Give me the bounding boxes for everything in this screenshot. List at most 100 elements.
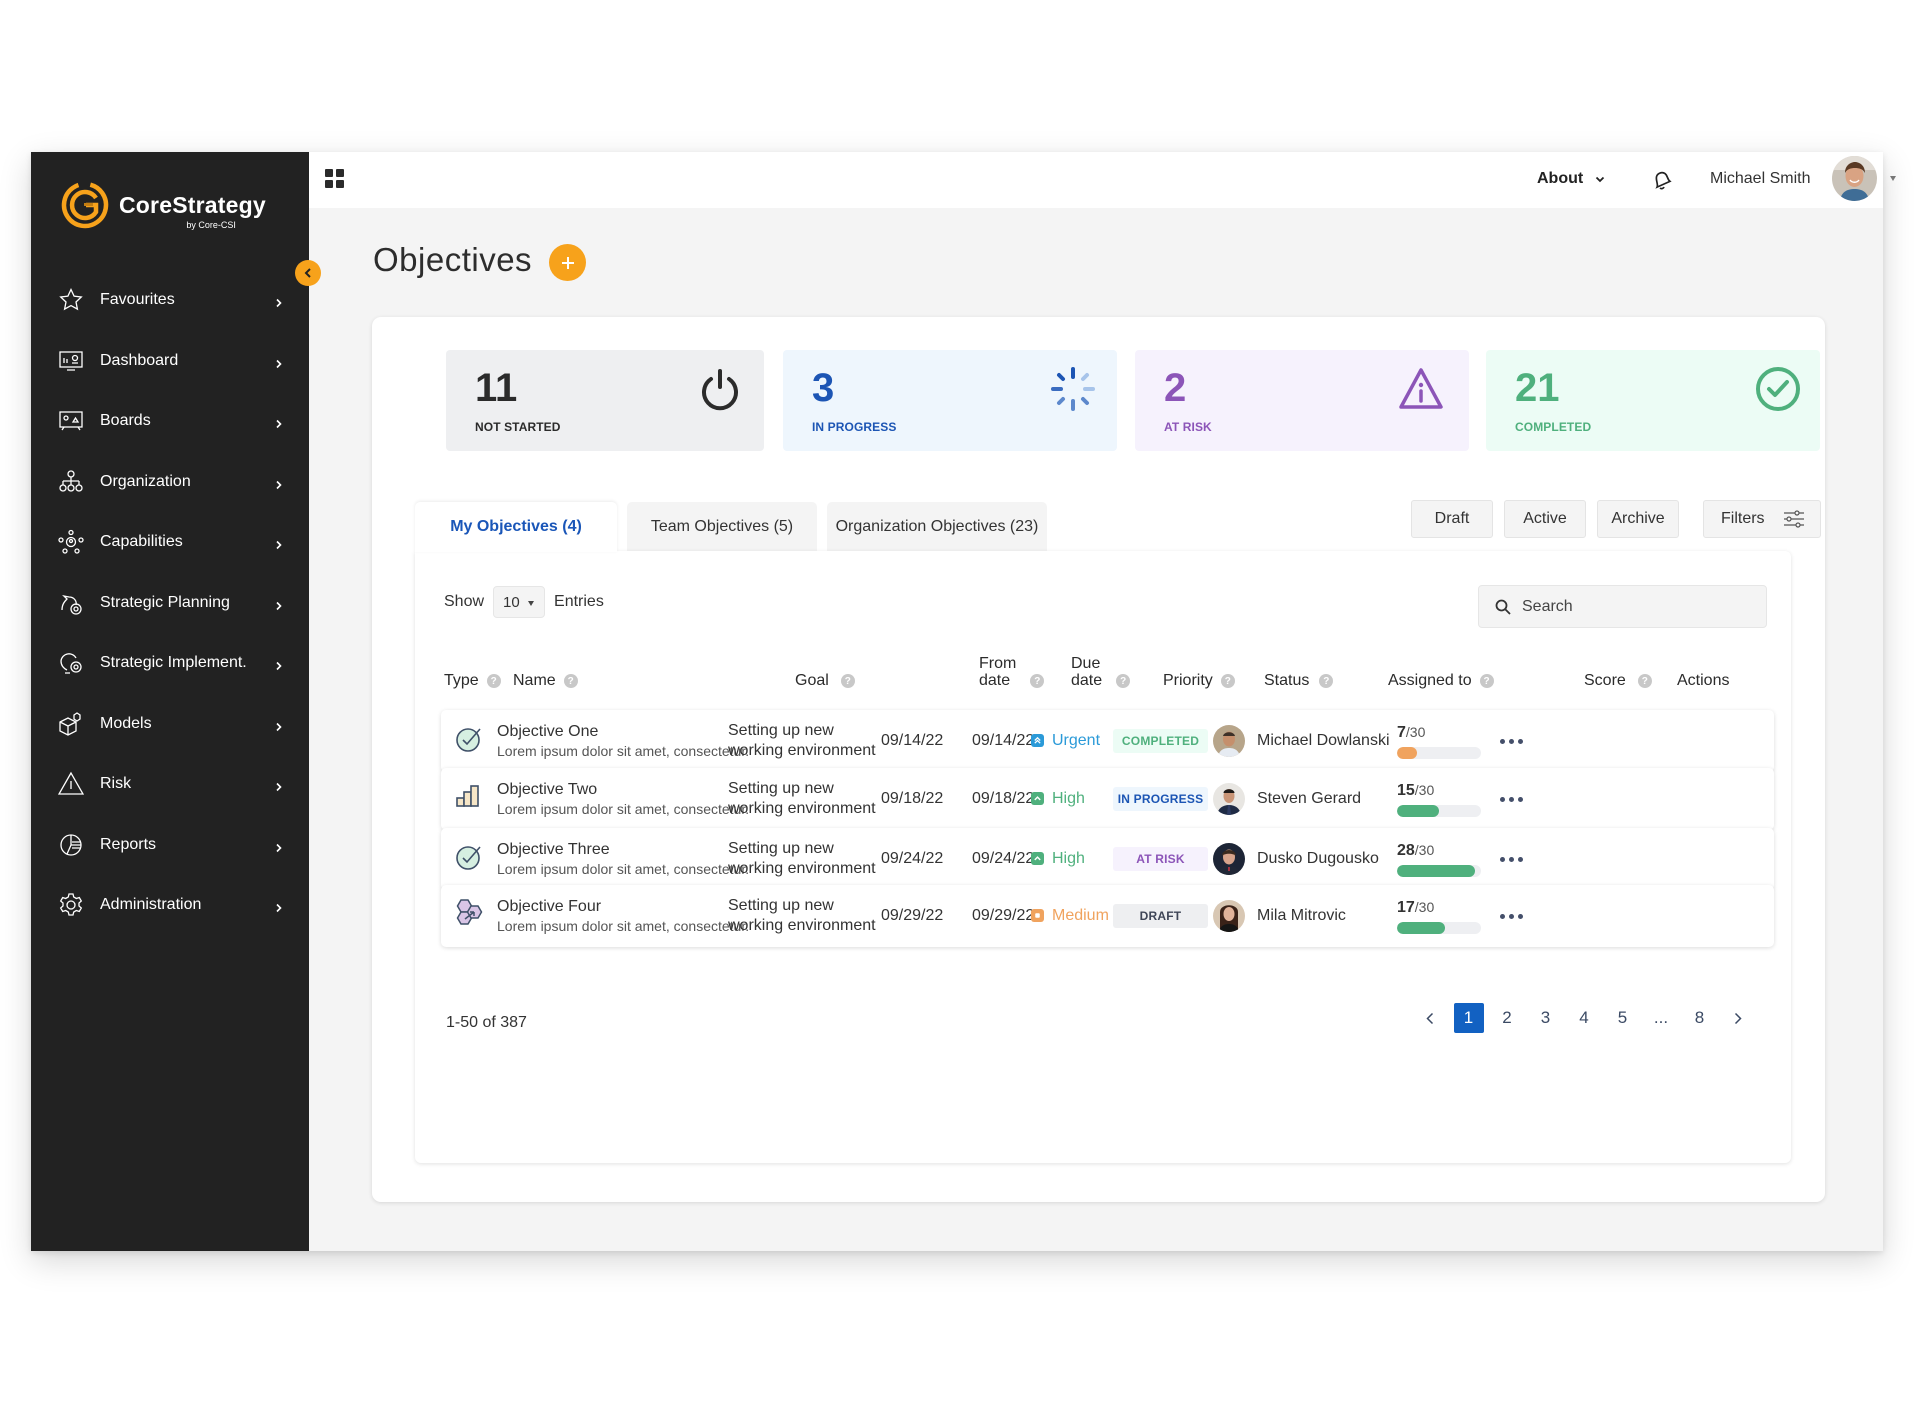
page-button[interactable]: 5 [1608,1003,1638,1033]
column-header-priority[interactable]: Priority? [1163,672,1235,689]
more-actions-icon[interactable] [1496,910,1527,923]
sidebar-item-dashboard[interactable]: Dashboard [31,331,309,392]
table-row[interactable]: Objective One Lorem ipsum dolor sit amet… [441,710,1774,772]
prev-page-button[interactable] [1415,1003,1445,1033]
pagination: 1 2 3 4 5... 8 [1415,1003,1762,1033]
assignee-avatar[interactable] [1213,900,1245,932]
goal-text: working environment [728,917,876,934]
page-button[interactable]: 1 [1453,1003,1484,1033]
add-objective-button[interactable] [549,244,586,281]
reports-icon [57,831,85,859]
column-header-score[interactable]: Score? [1584,672,1652,689]
brand-name: CoreStrategy [119,191,266,218]
table-row[interactable]: Objective Two Lorem ipsum dolor sit amet… [441,768,1774,830]
stat-label: COMPLETED [1515,420,1592,434]
column-header-from-date[interactable]: From date? [979,655,1045,689]
score-progress-fill [1397,865,1476,877]
column-header-goal[interactable]: Goal? [795,672,855,689]
help-icon[interactable]: ? [1220,674,1235,688]
archive-button[interactable]: Archive [1597,500,1679,538]
search-input[interactable] [1522,597,1752,616]
notification-bell-icon[interactable] [1650,168,1674,192]
chevron-right-icon [275,840,285,852]
sidebar-item-capabilities[interactable]: Capabilities [31,512,309,573]
goal-text: Setting up new [728,840,834,857]
page-button[interactable]: 2 [1492,1003,1522,1033]
tab-team-objectives[interactable]: Team Objectives (5) [627,502,817,552]
help-icon[interactable]: ? [1030,674,1045,688]
from-date: 09/24/22 [881,850,944,867]
pagination-range: 1-50 of 387 [446,1014,527,1031]
next-page-button[interactable] [1723,1003,1753,1033]
stat-card-completed[interactable]: 21 COMPLETED [1486,350,1820,451]
sidebar-item-strategic-planning[interactable]: Strategic Planning [31,573,309,634]
column-header-name[interactable]: Name? [513,672,578,689]
stat-card-at-risk[interactable]: 2 AT RISK [1135,350,1469,451]
sidebar-item-organization[interactable]: Organization [31,452,309,513]
sidebar-item-risk[interactable]: Risk [31,754,309,815]
table-row[interactable]: Objective Four Lorem ipsum dolor sit ame… [441,885,1774,947]
help-icon[interactable]: ? [1479,674,1494,688]
more-actions-icon[interactable] [1496,735,1527,748]
sidebar-item-strategic-implement[interactable]: Strategic Implement. [31,633,309,694]
page-button[interactable]: 3 [1531,1003,1561,1033]
active-button[interactable]: Active [1504,500,1586,538]
page-button[interactable]: 4 [1569,1003,1599,1033]
user-menu-caret-icon[interactable] [1890,176,1896,181]
help-icon[interactable]: ? [1319,674,1334,688]
help-icon[interactable]: ? [1637,674,1652,688]
tab-my-objectives[interactable]: My Objectives (4) [415,502,617,552]
sidebar-item-boards[interactable]: Boards [31,391,309,452]
help-icon[interactable]: ? [563,674,578,688]
sidebar-item-reports[interactable]: Reports [31,815,309,876]
tab-organization-objectives[interactable]: Organization Objectives (23) [827,502,1047,552]
stat-card-in-progress[interactable]: 3 IN PROGRESS [783,350,1117,451]
score-max: /30 [1405,724,1426,740]
assignee-avatar[interactable] [1213,783,1245,815]
table-row[interactable]: Objective Three Lorem ipsum dolor sit am… [441,828,1774,890]
entries-select[interactable]: 10 [493,586,546,618]
collapse-sidebar-button[interactable] [295,260,321,286]
objective-name[interactable]: Objective Two [497,780,597,800]
power-icon [702,369,738,411]
apps-grid-icon[interactable] [325,169,345,189]
column-header-type[interactable]: Type? [444,672,501,689]
help-icon[interactable]: ? [486,674,501,688]
column-header-due-date[interactable]: Due date? [1071,655,1131,689]
assignee-avatar[interactable] [1213,843,1245,875]
about-label: About [1537,170,1584,187]
status-badge: DRAFT [1113,904,1208,928]
status-cell: DRAFT [1113,885,1208,947]
top-bar: About Michael Smith [309,152,1896,208]
filters-button[interactable]: Filters [1703,500,1821,538]
stat-card-not-started[interactable]: 11 NOT STARTED [446,350,764,451]
user-name[interactable]: Michael Smith [1710,170,1810,188]
help-icon[interactable]: ? [840,674,855,688]
draft-button[interactable]: Draft [1411,500,1493,538]
about-menu[interactable]: About [1537,170,1605,188]
objective-description: Lorem ipsum dolor sit amet, consectetur. [497,917,750,934]
brand-logo[interactable]: CoreStrategy by Core-CSI [60,180,266,230]
more-actions-icon[interactable] [1496,793,1527,806]
sidebar-item-models[interactable]: Models [31,694,309,755]
search-box[interactable] [1478,585,1767,628]
objective-name[interactable]: Objective Four [497,897,601,917]
column-label: date [1071,672,1103,689]
goal-text: Setting up new [728,722,834,739]
score-cell: 17/30 [1397,885,1481,947]
sidebar-item-administration[interactable]: Administration [31,875,309,936]
column-header-assigned-to[interactable]: Assigned to? [1388,672,1494,689]
priority-label: High [1052,850,1085,867]
sidebar-item-favourites[interactable]: Favourites [31,270,309,331]
page-button[interactable]: 8 [1685,1003,1715,1033]
assignee-avatar[interactable] [1213,725,1245,757]
more-actions-icon[interactable] [1496,853,1527,866]
goal-cell: Setting up new working environment [728,710,876,772]
user-avatar[interactable] [1832,156,1877,201]
objective-name[interactable]: Objective Three [497,840,610,860]
help-icon[interactable]: ? [1116,674,1131,688]
stat-label: IN PROGRESS [812,420,897,434]
assignee-name: Mila Mitrovic [1257,907,1346,924]
objective-name[interactable]: Objective One [497,722,598,742]
column-header-status[interactable]: Status? [1264,672,1334,689]
